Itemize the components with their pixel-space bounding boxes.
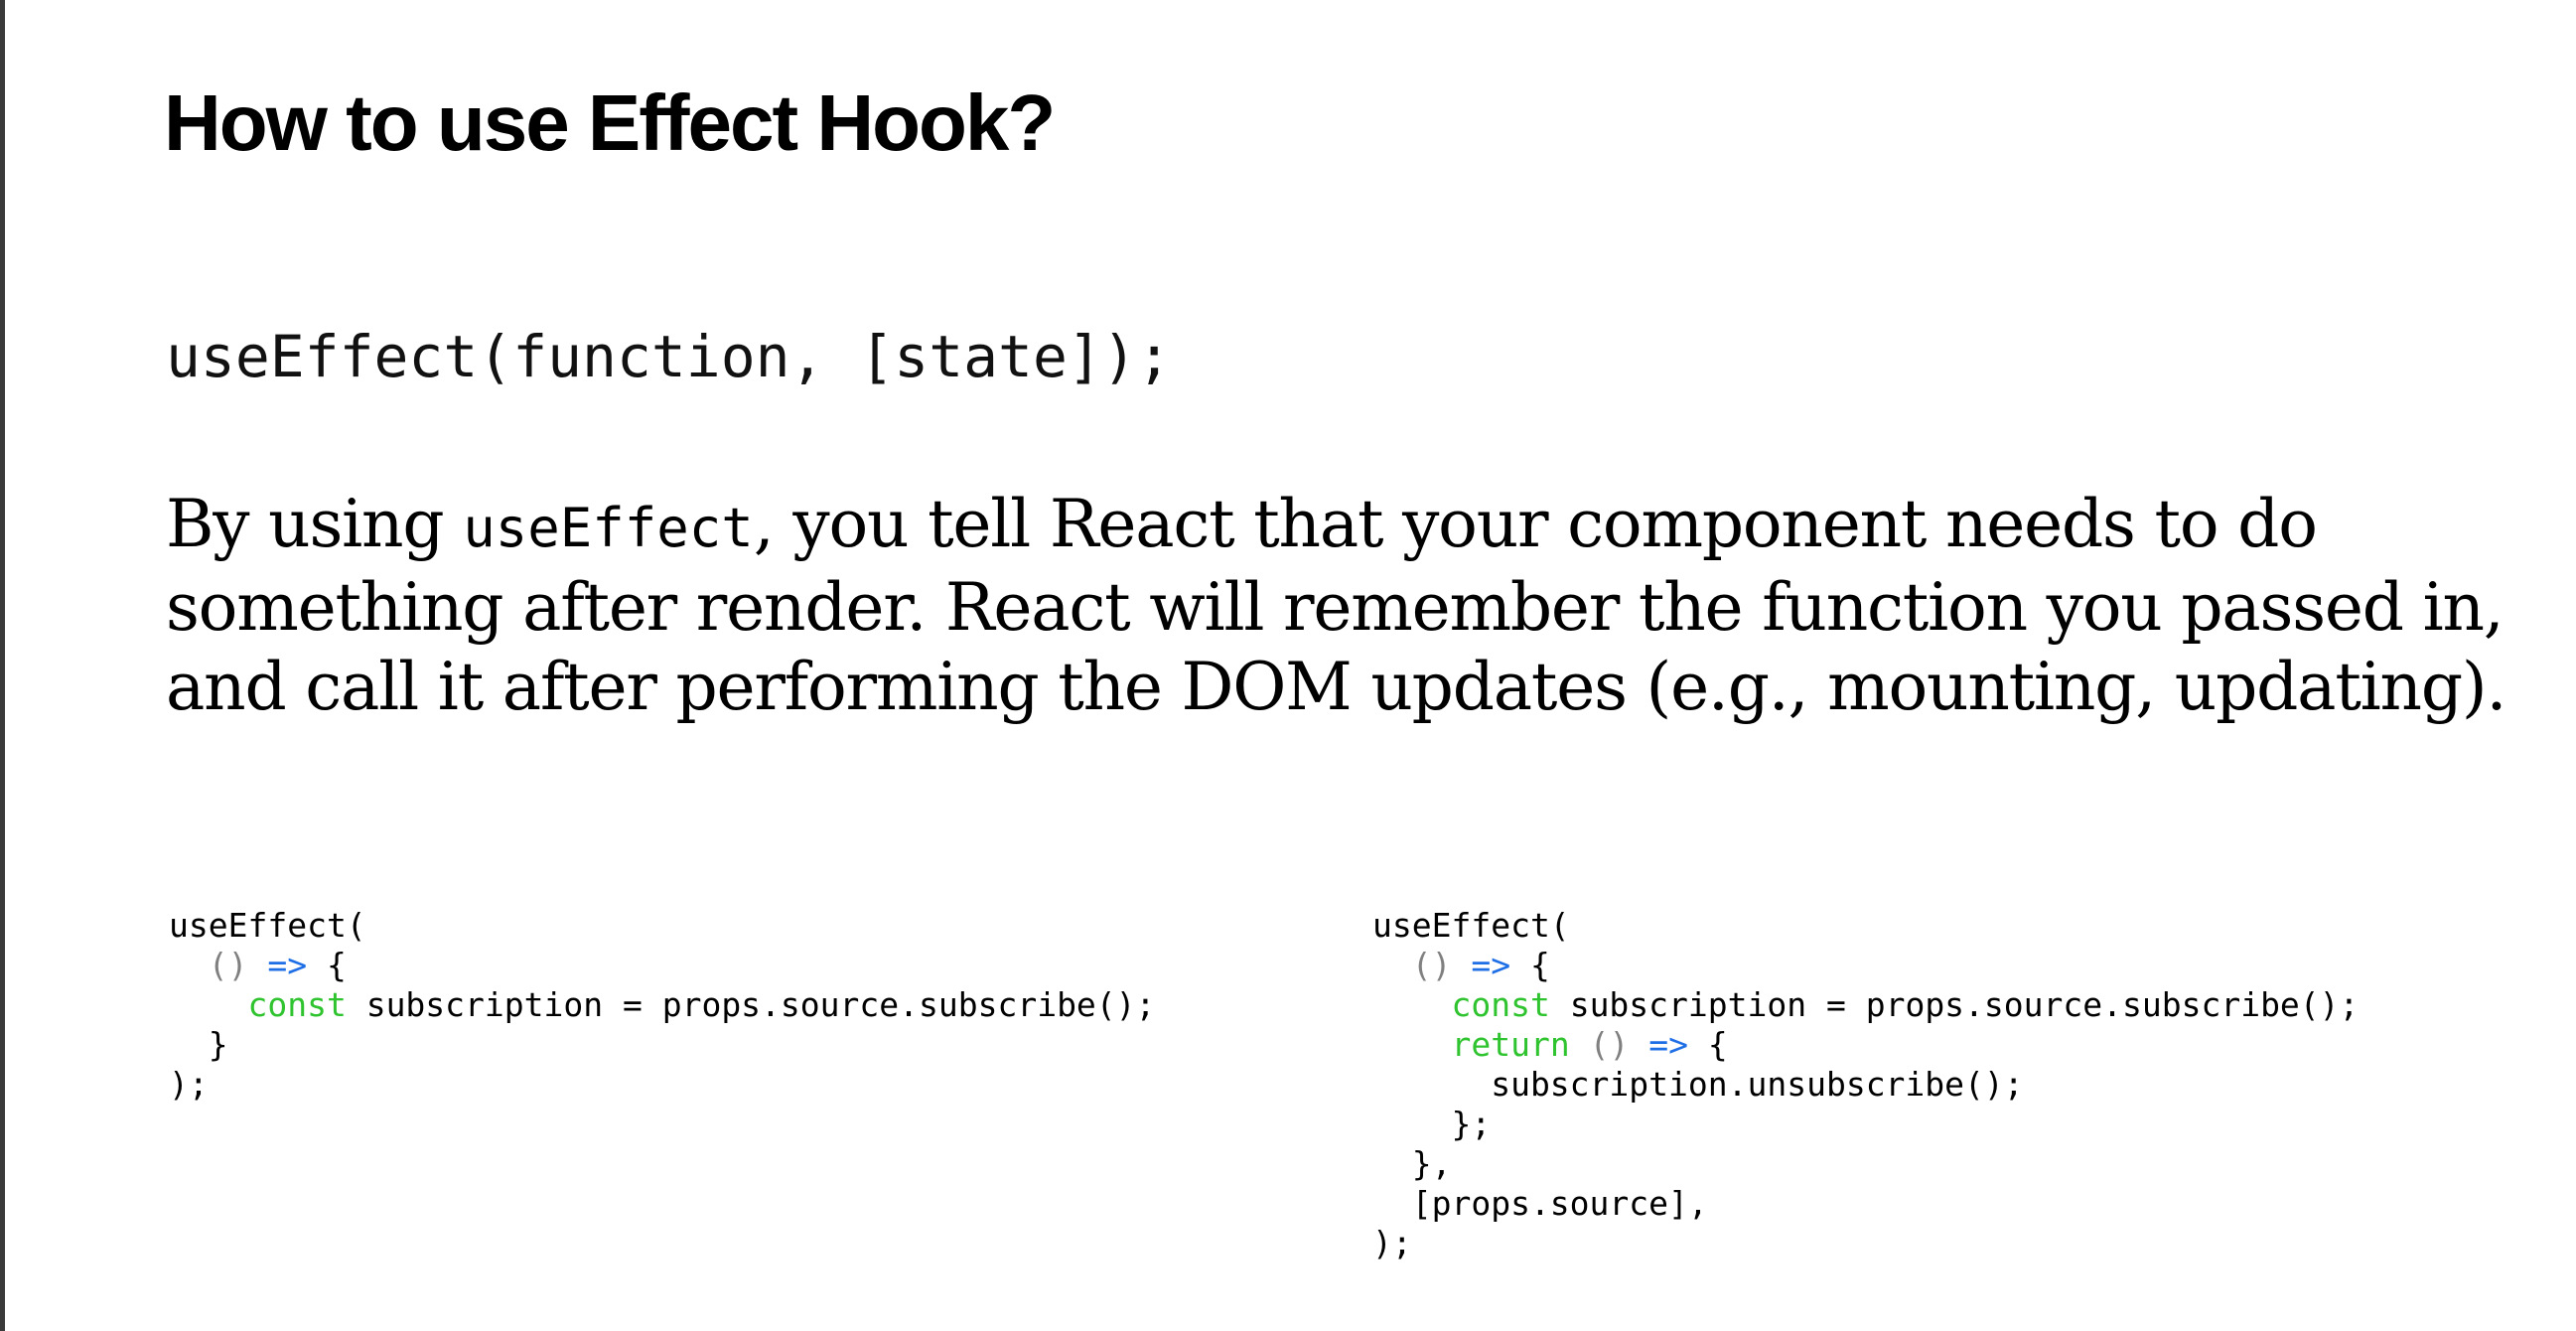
description-paragraph: By using useEffect, you tell React that … (166, 485, 2509, 727)
code-parens: () (1411, 946, 1452, 984)
code-text: useEffect( (1372, 906, 1570, 945)
code-text: subscription = props.source.subscribe(); (346, 985, 1156, 1024)
code-arrow: => (1471, 946, 1511, 984)
code-text: subscription = props.source.subscribe(); (1549, 985, 2360, 1024)
code-arrow: => (1648, 1025, 1688, 1064)
code-line: [props.source], (1372, 1184, 2359, 1224)
hook-signature-code: useEffect(function, [state]); (166, 323, 1172, 390)
inline-code-useeffect: useEffect (463, 497, 754, 559)
code-keyword: return (1451, 1025, 1570, 1064)
description-text-start: By using (166, 486, 464, 562)
code-line: const subscription = props.source.subscr… (169, 985, 1155, 1025)
code-line: useEffect( (1372, 906, 2359, 946)
code-line: }; (1372, 1105, 2359, 1144)
code-line: const subscription = props.source.subscr… (1372, 985, 2359, 1025)
code-text: { (327, 946, 347, 984)
code-text: subscription.unsubscribe(); (1372, 1065, 2024, 1104)
code-example-basic: useEffect( () => { const subscription = … (169, 906, 1155, 1105)
slide-title: How to use Effect Hook? (164, 78, 1056, 167)
code-text: ); (169, 1065, 209, 1104)
code-line: () => { (1372, 946, 2359, 985)
code-line: }, (1372, 1144, 2359, 1184)
code-line: ); (169, 1065, 1155, 1105)
code-keyword: const (247, 985, 347, 1024)
code-text: }; (1372, 1105, 1492, 1143)
code-line: return () => { (1372, 1025, 2359, 1065)
code-line: subscription.unsubscribe(); (1372, 1065, 2359, 1105)
code-arrow: => (267, 946, 308, 984)
code-line: () => { (169, 946, 1155, 985)
code-line: ); (1372, 1224, 2359, 1263)
code-parens: () (1589, 1025, 1630, 1064)
code-keyword: const (1451, 985, 1550, 1024)
code-text: ); (1372, 1224, 1412, 1262)
code-line: } (169, 1025, 1155, 1065)
code-text: { (1530, 946, 1550, 984)
code-line: useEffect( (169, 906, 1155, 946)
code-text: } (169, 1025, 228, 1064)
code-example-cleanup: useEffect( () => { const subscription = … (1372, 906, 2359, 1263)
code-parens: () (208, 946, 248, 984)
slide: How to use Effect Hook? useEffect(functi… (0, 0, 2576, 1331)
code-text: [props.source], (1372, 1184, 1708, 1223)
code-text: { (1707, 1025, 1728, 1064)
code-text: }, (1372, 1144, 1452, 1183)
code-text: useEffect( (169, 906, 366, 945)
